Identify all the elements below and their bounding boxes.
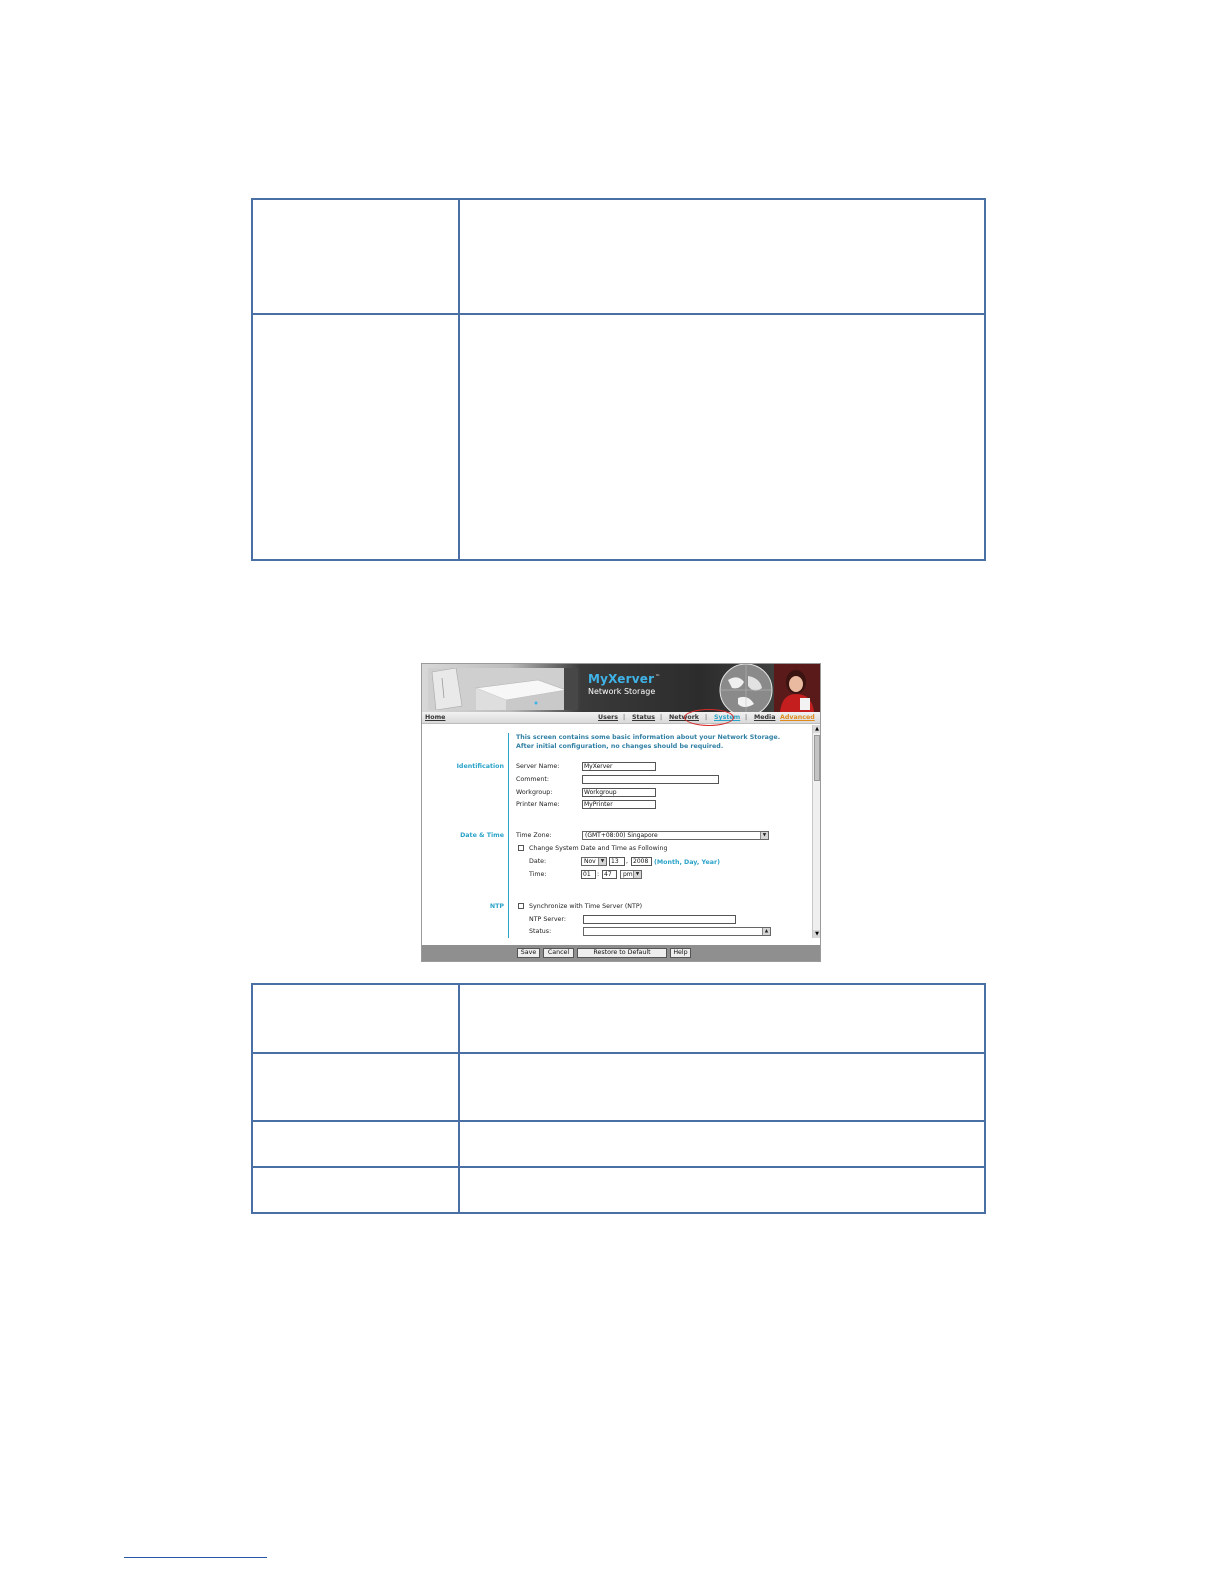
footnote-separator bbox=[124, 1557, 267, 1558]
nas-device-image bbox=[428, 668, 578, 710]
ntp-status-field[interactable]: ▲ bbox=[583, 927, 771, 936]
nav-separator: | bbox=[745, 714, 748, 721]
date-label: Date: bbox=[529, 858, 547, 865]
system-settings-screenshot: MyXerver™ Network Storage Home Users | S… bbox=[421, 663, 821, 962]
dropdown-arrow-icon: ▼ bbox=[760, 832, 768, 839]
comment-label: Comment: bbox=[516, 776, 549, 783]
identification-section-label: Identification bbox=[456, 763, 504, 770]
table-cell bbox=[251, 1166, 460, 1214]
nav-users-link[interactable]: Users bbox=[598, 714, 618, 721]
table-cell bbox=[458, 1120, 986, 1168]
table-row bbox=[251, 313, 986, 561]
minute-field[interactable]: 47 bbox=[602, 870, 617, 879]
server-name-label: Server Name: bbox=[516, 763, 560, 770]
printer-name-field[interactable]: MyPrinter bbox=[582, 800, 656, 809]
ntp-server-field[interactable] bbox=[583, 915, 736, 924]
description-table-bottom bbox=[251, 983, 986, 1214]
table-row bbox=[251, 1052, 986, 1122]
hour-field[interactable]: 01 bbox=[581, 870, 596, 879]
brand-subtitle: Network Storage bbox=[588, 687, 656, 696]
brand-title: MyXerver™ bbox=[588, 672, 661, 686]
save-button[interactable]: Save bbox=[517, 948, 540, 958]
ntp-section-label: NTP bbox=[489, 903, 504, 910]
settings-content: This screen contains some basic informat… bbox=[422, 725, 812, 938]
table-row bbox=[251, 1120, 986, 1168]
scroll-up-arrow-icon: ▲ bbox=[762, 928, 770, 935]
comment-field[interactable] bbox=[582, 775, 719, 784]
year-field[interactable]: 2008 bbox=[631, 857, 652, 866]
nav-status-link[interactable]: Status bbox=[632, 714, 655, 721]
nav-media-link[interactable]: Media bbox=[754, 714, 775, 721]
intro-text: This screen contains some basic informat… bbox=[516, 734, 780, 751]
button-bar: Save Cancel Restore to Default Help bbox=[422, 945, 820, 961]
scroll-up-arrow-icon[interactable]: ▲ bbox=[813, 725, 820, 733]
workgroup-label: Workgroup: bbox=[516, 789, 553, 796]
table-row bbox=[251, 1166, 986, 1214]
description-table-top bbox=[251, 198, 986, 561]
change-date-time-label: Change System Date and Time as Following bbox=[529, 845, 668, 852]
cancel-button[interactable]: Cancel bbox=[543, 948, 574, 958]
workgroup-field[interactable]: Workgroup bbox=[582, 788, 656, 797]
header-banner: MyXerver™ Network Storage bbox=[422, 664, 820, 712]
table-row bbox=[251, 983, 986, 1054]
date-separator: , bbox=[626, 858, 629, 865]
time-zone-select[interactable]: (GMT+08:00) Singapore ▼ bbox=[582, 831, 769, 840]
scroll-thumb[interactable] bbox=[814, 735, 820, 781]
month-select[interactable]: Nov ▼ bbox=[581, 857, 607, 866]
day-field[interactable]: 13 bbox=[609, 857, 625, 866]
printer-name-label: Printer Name: bbox=[516, 801, 560, 808]
system-tab-highlight-circle bbox=[684, 709, 734, 726]
intro-line: After initial configuration, no changes … bbox=[516, 742, 724, 750]
nav-separator: | bbox=[623, 714, 626, 721]
table-cell bbox=[251, 1052, 460, 1122]
table-cell bbox=[251, 198, 460, 315]
server-name-field[interactable]: MyXerver bbox=[582, 762, 656, 771]
ntp-sync-checkbox[interactable] bbox=[518, 903, 524, 909]
table-cell bbox=[251, 983, 460, 1054]
table-cell bbox=[458, 983, 986, 1054]
dropdown-arrow-icon: ▼ bbox=[598, 858, 606, 865]
globe-image bbox=[719, 664, 773, 712]
ntp-sync-label: Synchronize with Time Server (NTP) bbox=[529, 903, 643, 910]
time-zone-value: (GMT+08:00) Singapore bbox=[585, 832, 658, 839]
table-row bbox=[251, 198, 986, 315]
restore-default-button[interactable]: Restore to Default bbox=[577, 948, 667, 958]
time-zone-label: Time Zone: bbox=[516, 832, 552, 839]
date-time-section-label: Date & Time bbox=[460, 832, 504, 839]
time-label: Time: bbox=[529, 871, 547, 878]
dropdown-arrow-icon: ▼ bbox=[633, 871, 641, 878]
ntp-status-label: Status: bbox=[529, 928, 552, 935]
scroll-down-arrow-icon[interactable]: ▼ bbox=[813, 930, 820, 938]
table-cell bbox=[251, 1120, 460, 1168]
date-format-hint: (Month, Day, Year) bbox=[654, 859, 720, 866]
ntp-server-label: NTP Server: bbox=[529, 916, 567, 923]
month-value: Nov bbox=[584, 858, 596, 865]
trademark-symbol: ™ bbox=[655, 674, 661, 680]
ampm-value: pm bbox=[623, 871, 633, 878]
time-separator: : bbox=[597, 871, 600, 878]
table-cell bbox=[458, 1166, 986, 1214]
table-cell bbox=[458, 1052, 986, 1122]
section-divider bbox=[508, 733, 509, 938]
top-nav-bar: Home Users | Status | Network | System |… bbox=[422, 712, 820, 724]
nav-home-link[interactable]: Home bbox=[425, 714, 445, 721]
person-image bbox=[774, 664, 820, 712]
nav-advanced-link[interactable]: Advanced bbox=[780, 714, 815, 721]
table-cell bbox=[458, 198, 986, 315]
content-scrollbar[interactable]: ▲ ▼ bbox=[812, 725, 820, 938]
table-cell bbox=[458, 313, 986, 561]
intro-line: This screen contains some basic informat… bbox=[516, 734, 781, 741]
help-button[interactable]: Help bbox=[670, 948, 691, 958]
table-cell bbox=[251, 313, 460, 561]
ampm-select[interactable]: pm ▼ bbox=[620, 870, 642, 879]
change-date-time-checkbox[interactable] bbox=[518, 845, 524, 851]
nav-separator: | bbox=[660, 714, 663, 721]
